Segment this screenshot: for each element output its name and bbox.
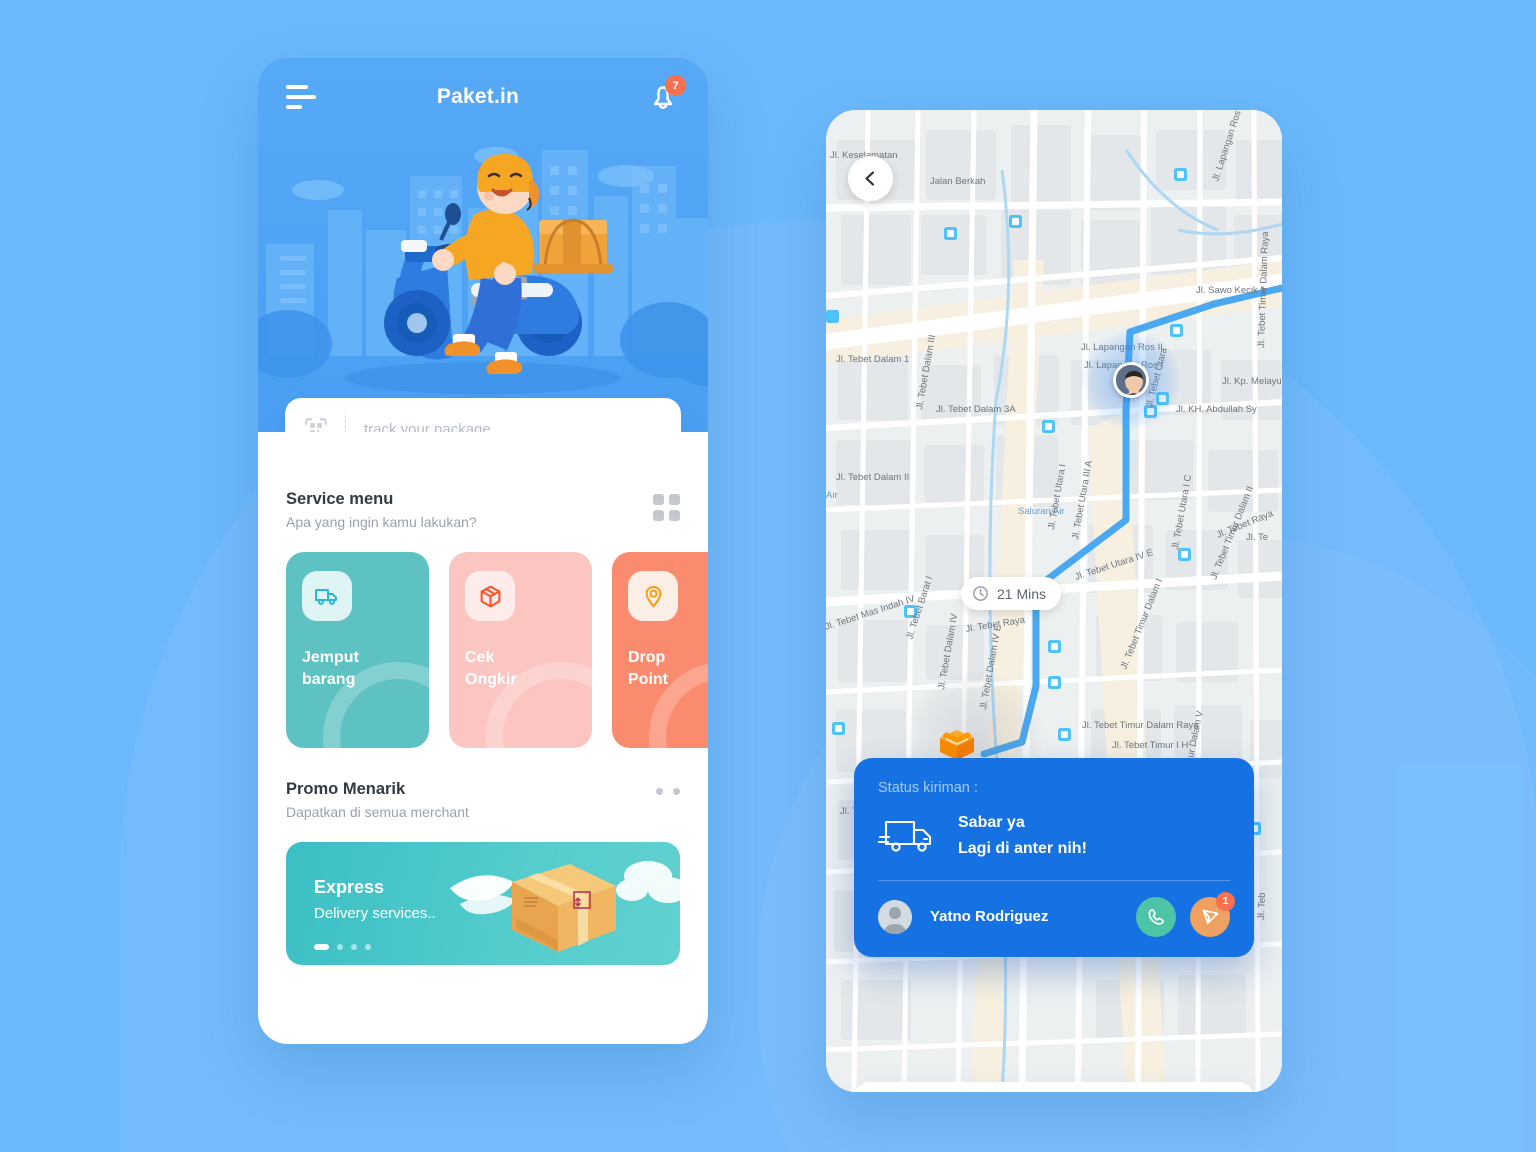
- status-label: Status kiriman :: [878, 780, 978, 796]
- call-courier-button[interactable]: [1136, 896, 1176, 937]
- pagination-dot[interactable]: [365, 944, 371, 950]
- track-package-search-bar[interactable]: [285, 398, 681, 432]
- svg-text:Jalan Berkah: Jalan Berkah: [930, 176, 985, 187]
- package-box-icon: [480, 585, 500, 607]
- promo-header: Promo Menarik Dapatkan di semua merchant: [286, 780, 680, 820]
- avatar-placeholder-icon: [878, 899, 912, 934]
- service-menu-subtitle: Apa yang ingin kamu lakukan?: [286, 514, 477, 530]
- eta-text: 21 Mins: [997, 585, 1047, 602]
- pagination-dot[interactable]: [351, 944, 357, 950]
- svg-text:Jl. Te: Jl. Te: [1246, 532, 1268, 543]
- truck-icon-wrapper: [302, 571, 352, 621]
- svg-text:Jl. Tebet Timur Dalam Raya: Jl. Tebet Timur Dalam Raya: [1082, 720, 1199, 731]
- qr-code-icon[interactable]: [303, 416, 329, 432]
- notification-count-badge: 7: [665, 75, 686, 96]
- svg-text:Air: Air: [826, 490, 838, 501]
- svg-text:Jl. KH. Abdullah Sy: Jl. KH. Abdullah Sy: [1176, 404, 1257, 415]
- svg-text:Jl. Teb: Jl. Teb: [1256, 892, 1268, 920]
- service-cards-row: Jemput barang Cek Ongkir Drop Point: [286, 552, 708, 748]
- home-screen-phone: Paket.in 7 track your package Service me…: [258, 58, 708, 1044]
- promo-nav-dots[interactable]: [656, 788, 680, 795]
- promo-pagination[interactable]: [314, 944, 371, 950]
- service-card-jemput-barang[interactable]: Jemput barang: [286, 552, 429, 748]
- truck-icon: [315, 589, 337, 605]
- pagination-active-dot[interactable]: [314, 944, 329, 950]
- svg-text:Jl. Kp. Melayu: Jl. Kp. Melayu: [1222, 376, 1282, 387]
- send-message-icon: [1202, 909, 1218, 925]
- promo-banner-text: Express Delivery services..: [314, 877, 436, 922]
- message-count-badge: 1: [1216, 891, 1235, 911]
- svg-text:Jl. Tebet Timur I H: Jl. Tebet Timur I H: [1112, 740, 1189, 751]
- svg-text:Jl. Sawo Kecik 1: Jl. Sawo Kecik 1: [1196, 285, 1266, 296]
- svg-text:Jl. Tebet Dalam 3A: Jl. Tebet Dalam 3A: [936, 404, 1016, 415]
- promo-title: Promo Menarik: [286, 780, 406, 798]
- eta-badge: 21 Mins: [961, 577, 1062, 610]
- app-title: Paket.in: [436, 85, 520, 108]
- clock-icon: [973, 586, 988, 601]
- promo-banner-title: Express: [314, 877, 385, 897]
- svg-text:Jl. Tebet Dalam II: Jl. Tebet Dalam II: [836, 472, 909, 483]
- pagination-dot[interactable]: [337, 944, 343, 950]
- phone-icon: [1148, 908, 1164, 925]
- package-icon-wrapper: [465, 571, 515, 621]
- service-card-cek-ongkir[interactable]: Cek Ongkir: [449, 552, 592, 748]
- status-message-row: Sabar ya Lagi di anter nih!: [878, 810, 1230, 863]
- home-content: Service menu Apa yang ingin kamu lakukan…: [258, 432, 708, 965]
- status-message: Sabar ya Lagi di anter nih!: [958, 814, 1087, 858]
- search-divider: [345, 415, 346, 432]
- shipment-status-card: Status kiriman : Sabar ya Lagi di anter …: [854, 758, 1254, 957]
- service-card-label: Cek Ongkir: [465, 649, 517, 688]
- tracking-screen-phone: Jl. Keselamatan Jalan Berkah Jl. Lapanga…: [826, 110, 1282, 1092]
- chevron-left-icon: [865, 171, 875, 186]
- hero-section: Paket.in 7: [258, 58, 708, 432]
- courier-avatar-marker[interactable]: [1113, 362, 1149, 398]
- search-input[interactable]: [364, 420, 663, 432]
- notification-bell-button[interactable]: 7: [646, 75, 686, 114]
- service-card-label: Drop Point: [628, 649, 668, 688]
- grid-view-icon[interactable]: [653, 494, 680, 521]
- courier-scooter-illustration: [384, 154, 613, 374]
- winged-parcel-illustration: [450, 842, 680, 965]
- receipt-number-bar: No Resi 010059321: [854, 1082, 1254, 1092]
- courier-name: Yatno Rodriguez: [930, 908, 1049, 926]
- service-menu-header: Service menu Apa yang ingin kamu lakukan…: [286, 490, 680, 530]
- pin-icon-wrapper: [628, 571, 678, 621]
- status-divider: [878, 879, 1230, 881]
- service-menu-title: Service menu: [286, 490, 394, 508]
- promo-banner[interactable]: Express Delivery services..: [286, 842, 680, 965]
- map-pin-icon: [645, 585, 661, 607]
- message-courier-button[interactable]: 1: [1190, 891, 1235, 937]
- app-header: Paket.in 7: [258, 58, 708, 136]
- service-card-label: Jemput barang: [302, 649, 359, 688]
- courier-avatar: [878, 899, 912, 934]
- delivery-truck-icon: [878, 821, 932, 853]
- svg-text:Jl. Tebet Dalam 1: Jl. Tebet Dalam 1: [836, 354, 909, 365]
- courier-row: Yatno Rodriguez 1: [878, 891, 1235, 937]
- promo-banner-subtitle: Delivery services..: [314, 905, 436, 922]
- map-back-button[interactable]: [848, 156, 893, 201]
- service-card-drop-point[interactable]: Drop Point: [612, 552, 708, 748]
- promo-subtitle: Dapatkan di semua merchant: [286, 804, 469, 820]
